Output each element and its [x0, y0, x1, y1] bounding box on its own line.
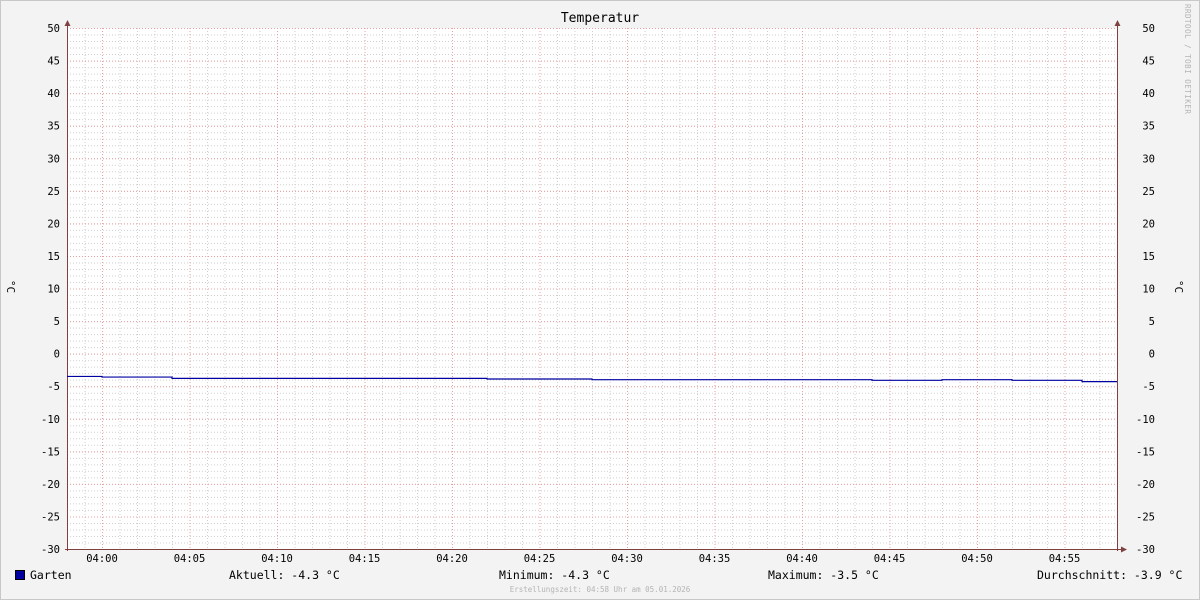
y-tick-label-left: 25 — [47, 186, 60, 198]
y-tick-label-right: 0 — [1149, 349, 1155, 361]
legend-minimum: Minimum: -4.3 °C — [499, 568, 610, 582]
y-tick-label-left: -10 — [41, 414, 60, 426]
x-tick-label: 04:30 — [611, 553, 643, 565]
y-tick-label-left: 40 — [47, 88, 60, 100]
x-tick-label: 04:20 — [436, 553, 468, 565]
y-tick-label-right: 35 — [1142, 121, 1155, 133]
legend-series-name: Garten — [30, 568, 72, 582]
x-tick-label: 04:25 — [524, 553, 556, 565]
watermark: RRDTOOL / TOBI OETIKER — [1183, 4, 1192, 115]
y-tick-label-left: -25 — [41, 511, 60, 523]
legend-maximum: Maximum: -3.5 °C — [768, 568, 879, 582]
temperature-chart: 50 5045 4540 4035 3530 3025 2520 2015 1510 105 50 0… — [41, 20, 1155, 565]
y-tick-label-right: -10 — [1136, 414, 1155, 426]
legend-durchschnitt: Durchschnitt: -3.9 °C — [1037, 568, 1183, 582]
y-tick-label-right: 40 — [1142, 88, 1155, 100]
x-tick-label: 04:10 — [261, 553, 293, 565]
y-tick-label-left: -20 — [41, 479, 60, 491]
y-tick-label-right: 15 — [1142, 251, 1155, 263]
y-tick-label-right: -15 — [1136, 446, 1155, 458]
y-tick-label-left: 0 — [54, 349, 60, 361]
y-tick-label-right: 30 — [1142, 153, 1155, 165]
y-tick-label-left: 20 — [47, 218, 60, 230]
y-tick-label-right: -30 — [1136, 544, 1155, 556]
y-tick-label-left: 5 — [54, 316, 60, 328]
y-tick-label-left: -5 — [47, 381, 60, 393]
x-tick-label: 04:15 — [349, 553, 381, 565]
x-tick-label: 04:05 — [174, 553, 206, 565]
y-tick-label-right: -25 — [1136, 511, 1155, 523]
x-tick-label: 04:45 — [874, 553, 906, 565]
x-tick-label: 04:35 — [699, 553, 731, 565]
y-tick-label-right: -20 — [1136, 479, 1155, 491]
y-tick-label-right: 5 — [1149, 316, 1155, 328]
footer-timestamp: Erstellungszeit: 04:58 Uhr am 05.01.2026 — [509, 585, 691, 594]
x-tick-label: 04:40 — [786, 553, 818, 565]
y-tick-label-right: 10 — [1142, 284, 1155, 296]
y-tick-label-left: -30 — [41, 544, 60, 556]
legend-swatch-garten — [15, 570, 25, 580]
chart-title: Temperatur — [560, 11, 640, 26]
y-axis-label-left: °C — [4, 279, 18, 294]
x-tick-label: 04:50 — [961, 553, 993, 565]
y-tick-label-left: 30 — [47, 153, 60, 165]
y-tick-label-left: 35 — [47, 121, 60, 133]
x-axis-arrow — [1121, 546, 1127, 553]
y-tick-label-right: -5 — [1142, 381, 1155, 393]
legend-aktuell: Aktuell: -4.3 °C — [229, 568, 340, 582]
y-tick-label-left: 15 — [47, 251, 60, 263]
y-tick-label-left: 10 — [47, 284, 60, 296]
y-tick-label-left: 45 — [47, 56, 60, 68]
x-tick-label: 04:55 — [1049, 553, 1081, 565]
y-axis-label-right: °C — [1172, 279, 1186, 294]
y-tick-label-right: 25 — [1142, 186, 1155, 198]
y-tick-label-right: 45 — [1142, 56, 1155, 68]
y-tick-label-left: -15 — [41, 446, 60, 458]
y-tick-label-right: 20 — [1142, 218, 1155, 230]
x-tick-label: 04:00 — [86, 553, 118, 565]
